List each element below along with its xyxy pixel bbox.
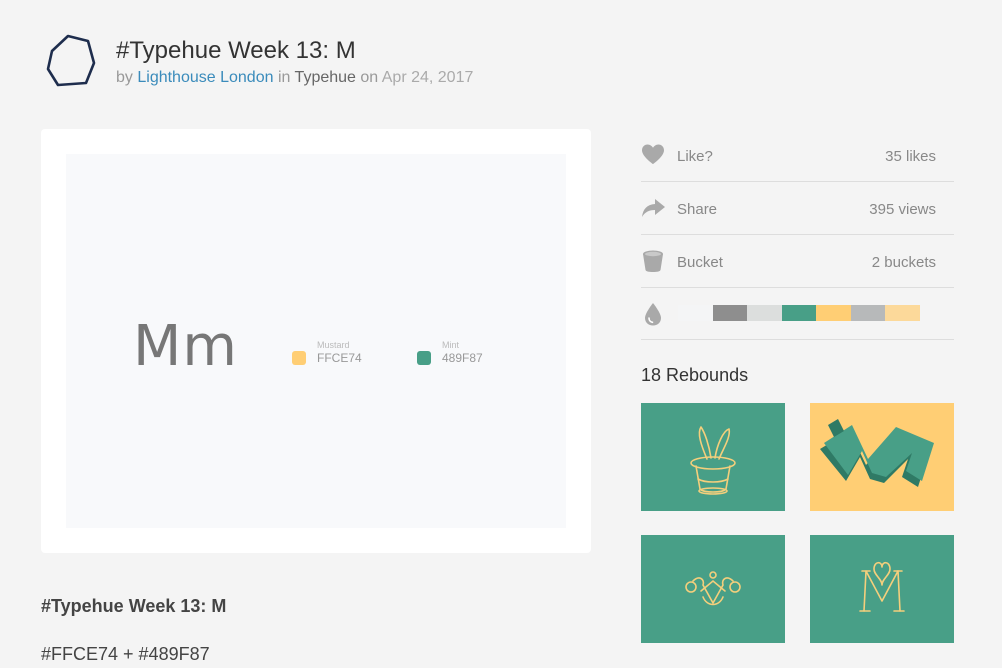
shot-image-card[interactable]: Mm Mustard FFCE74 Mint 489F87 [41, 129, 591, 553]
shot-header: #Typehue Week 13: M by Lighthouse London… [44, 33, 644, 93]
palette-color-5[interactable] [816, 305, 851, 321]
palette-color-7[interactable] [885, 305, 921, 321]
monogram-m-icon [859, 561, 905, 612]
rebound-thumb-2[interactable] [810, 403, 954, 511]
byline-in: in [277, 69, 291, 86]
description-text: #FFCE74 + #489F87 [41, 644, 210, 664]
byline: by Lighthouse London in Typehue on Apr 2… [116, 69, 473, 87]
swatch-mint-hex: 489F87 [442, 351, 483, 365]
bucket-row[interactable]: Bucket 2 buckets [641, 235, 954, 288]
rebound-thumb-4[interactable] [810, 535, 954, 643]
rebounds-title[interactable]: 18 Rebounds [641, 365, 748, 386]
team-link[interactable]: Typehue [295, 69, 356, 86]
swatch-mint: Mint 489F87 [417, 340, 517, 370]
swatch-mustard-name: Mustard [317, 340, 350, 350]
page-title: #Typehue Week 13: M [116, 37, 356, 64]
share-row[interactable]: Share 395 views [641, 182, 954, 235]
lighthouse-logo-icon[interactable] [44, 33, 98, 89]
share-label[interactable]: Share [677, 201, 717, 218]
palette-color-6[interactable] [850, 305, 886, 321]
palette-color-1[interactable] [678, 305, 713, 321]
palette-strip [678, 305, 921, 321]
color-palette-row [641, 288, 954, 340]
palette-color-2[interactable] [712, 305, 748, 321]
palette-color-4[interactable] [781, 305, 817, 321]
shot-image: Mm Mustard FFCE74 Mint 489F87 [66, 154, 566, 528]
like-label[interactable]: Like? [677, 148, 713, 165]
description-title: #Typehue Week 13: M [41, 596, 227, 616]
views-count: 395 views [869, 201, 936, 218]
byline-by: by [116, 69, 133, 86]
swatch-mustard-box [292, 351, 306, 365]
isometric-m-icon [820, 419, 934, 487]
like-row[interactable]: Like? 35 likes [641, 129, 954, 182]
swatch-mustard-hex: FFCE74 [317, 351, 362, 365]
byline-on: on [360, 69, 379, 86]
shot-sidebar: Like? 35 likes Share 395 views Bucket 2 … [641, 129, 954, 340]
swatch-mustard: Mustard FFCE74 [292, 340, 392, 370]
publish-date: Apr 24, 2017 [381, 69, 474, 86]
heart-icon[interactable] [641, 143, 665, 167]
author-link[interactable]: Lighthouse London [137, 69, 273, 86]
rebound-thumb-1[interactable] [641, 403, 785, 511]
swatch-mint-box [417, 351, 431, 365]
bucket-icon[interactable] [641, 249, 665, 273]
rebound-thumb-3[interactable] [641, 535, 785, 643]
share-arrow-icon[interactable] [641, 196, 665, 220]
magic-hat-icon [690, 426, 736, 495]
buckets-count[interactable]: 2 buckets [872, 254, 936, 271]
swatch-mint-name: Mint [442, 340, 460, 350]
droplet-icon [645, 303, 661, 326]
crown-ornament-icon [685, 571, 741, 606]
shot-letters: Mm [133, 314, 238, 379]
bucket-label[interactable]: Bucket [677, 254, 723, 271]
likes-count[interactable]: 35 likes [885, 148, 936, 165]
palette-color-3[interactable] [747, 305, 782, 321]
